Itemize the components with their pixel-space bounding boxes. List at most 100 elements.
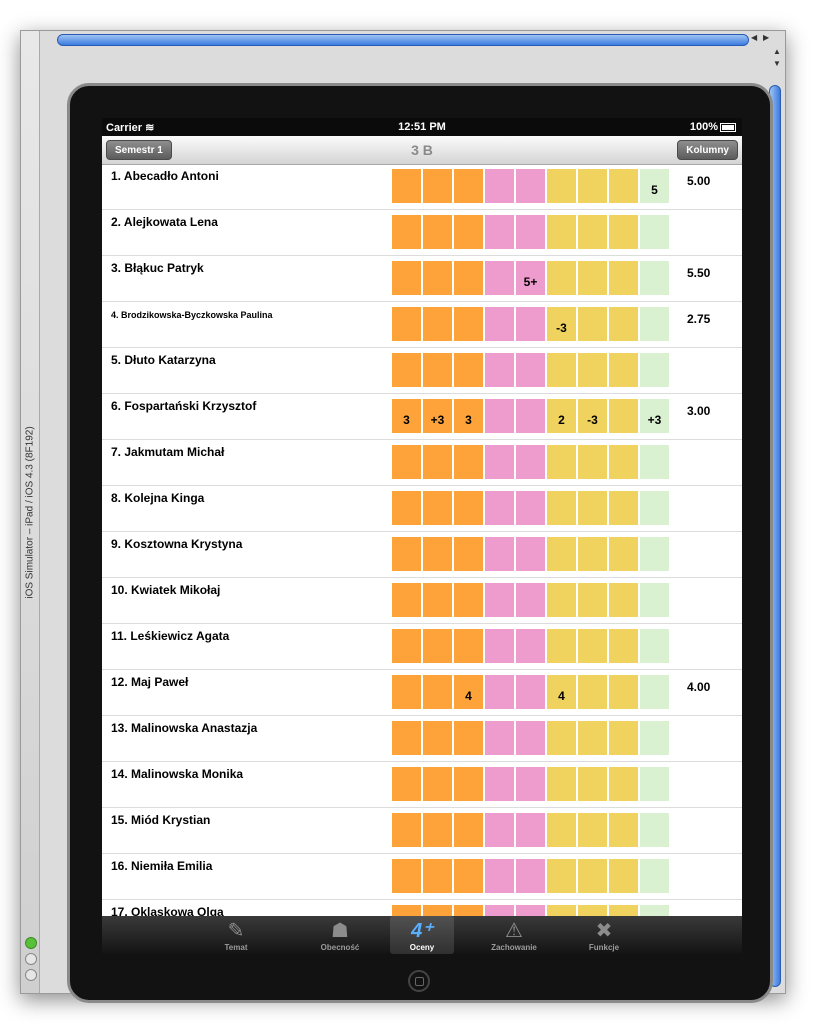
- grade-cell[interactable]: [485, 445, 514, 479]
- grade-cell[interactable]: [640, 859, 669, 893]
- grade-cell[interactable]: [578, 261, 607, 295]
- grade-cell[interactable]: [454, 307, 483, 341]
- grade-cell[interactable]: [640, 583, 669, 617]
- grade-cell[interactable]: [578, 353, 607, 387]
- grade-cell[interactable]: [609, 675, 638, 709]
- grade-cell[interactable]: [516, 721, 545, 755]
- grade-cell[interactable]: [516, 629, 545, 663]
- grade-cell[interactable]: [516, 859, 545, 893]
- grade-cell[interactable]: [392, 859, 421, 893]
- grade-cell[interactable]: [454, 767, 483, 801]
- student-row[interactable]: 5. Dłuto Katarzyna: [102, 348, 742, 394]
- scroll-up-arrow-icon[interactable]: ▲: [773, 47, 781, 56]
- grade-cell[interactable]: [578, 537, 607, 571]
- grade-cell[interactable]: [609, 169, 638, 203]
- grade-cell[interactable]: +3: [423, 399, 452, 433]
- grade-cell[interactable]: [640, 629, 669, 663]
- grade-cell[interactable]: [609, 767, 638, 801]
- grade-cell[interactable]: [516, 445, 545, 479]
- student-row[interactable]: 2. Alejkowata Lena: [102, 210, 742, 256]
- grade-cell[interactable]: [485, 307, 514, 341]
- grade-cell[interactable]: [609, 721, 638, 755]
- grade-cell[interactable]: [454, 491, 483, 525]
- grade-cell[interactable]: [578, 767, 607, 801]
- grade-cell[interactable]: [640, 491, 669, 525]
- grade-cell[interactable]: [516, 675, 545, 709]
- grade-cell[interactable]: [609, 261, 638, 295]
- grade-cell[interactable]: [640, 675, 669, 709]
- grade-cell[interactable]: [423, 629, 452, 663]
- grade-cell[interactable]: [640, 353, 669, 387]
- grade-cell[interactable]: [516, 905, 545, 916]
- grade-cell[interactable]: [423, 215, 452, 249]
- grade-cell[interactable]: [454, 905, 483, 916]
- grade-cell[interactable]: [578, 675, 607, 709]
- grade-cell[interactable]: [547, 491, 576, 525]
- grade-cell[interactable]: [609, 859, 638, 893]
- grade-cell[interactable]: [485, 399, 514, 433]
- grade-cell[interactable]: [516, 583, 545, 617]
- grade-cell[interactable]: [392, 721, 421, 755]
- grade-cell[interactable]: [454, 629, 483, 663]
- home-button[interactable]: [408, 970, 430, 992]
- student-row[interactable]: 14. Malinowska Monika: [102, 762, 742, 808]
- grade-cell[interactable]: [485, 905, 514, 916]
- grade-cell[interactable]: [547, 583, 576, 617]
- grade-cell[interactable]: [609, 905, 638, 916]
- student-row[interactable]: 4. Brodzikowska-Byczkowska Paulina -3 2.75: [102, 302, 742, 348]
- grade-cell[interactable]: [547, 859, 576, 893]
- grade-cell[interactable]: [392, 767, 421, 801]
- scroll-down-arrow-icon[interactable]: ▼: [773, 59, 781, 68]
- student-row[interactable]: 16. Niemiła Emilia: [102, 854, 742, 900]
- grade-cell[interactable]: [454, 537, 483, 571]
- grade-cell[interactable]: [609, 353, 638, 387]
- grade-cell[interactable]: [392, 169, 421, 203]
- grade-cell[interactable]: [547, 215, 576, 249]
- grade-cell[interactable]: [392, 537, 421, 571]
- grade-cell[interactable]: 4: [454, 675, 483, 709]
- grade-cell[interactable]: [640, 813, 669, 847]
- grade-cell[interactable]: [609, 537, 638, 571]
- grade-cell[interactable]: [547, 767, 576, 801]
- grade-cell[interactable]: [423, 537, 452, 571]
- grade-cell[interactable]: [485, 491, 514, 525]
- student-row[interactable]: 17. Oklaskowa Olga: [102, 900, 742, 916]
- window-button-2[interactable]: [25, 953, 37, 965]
- tab-zachowanie[interactable]: ⚠ Zachowanie: [482, 916, 546, 954]
- grade-cell[interactable]: [485, 261, 514, 295]
- grade-cell[interactable]: [609, 445, 638, 479]
- grade-cell[interactable]: [392, 813, 421, 847]
- grade-cell[interactable]: [454, 721, 483, 755]
- grade-cell[interactable]: [454, 445, 483, 479]
- grade-cell[interactable]: [609, 491, 638, 525]
- student-grade-list[interactable]: 1. Abecadło Antoni 5 5.00 2. Alejkowata Len…: [102, 164, 742, 916]
- grade-cell[interactable]: [392, 583, 421, 617]
- grade-cell[interactable]: 3: [454, 399, 483, 433]
- student-row[interactable]: 9. Kosztowna Krystyna: [102, 532, 742, 578]
- grade-cell[interactable]: [392, 353, 421, 387]
- student-row[interactable]: 8. Kolejna Kinga: [102, 486, 742, 532]
- grade-cell[interactable]: [640, 905, 669, 916]
- grade-cell[interactable]: [609, 629, 638, 663]
- grade-cell[interactable]: [640, 445, 669, 479]
- scroll-right-arrow-icon[interactable]: ▶: [763, 33, 769, 42]
- grade-cell[interactable]: [423, 261, 452, 295]
- student-row[interactable]: 10. Kwiatek Mikołaj: [102, 578, 742, 624]
- scroll-left-arrow-icon[interactable]: ◀: [751, 33, 757, 42]
- grade-cell[interactable]: -3: [547, 307, 576, 341]
- grade-cell[interactable]: [578, 169, 607, 203]
- grade-cell[interactable]: [423, 813, 452, 847]
- grade-cell[interactable]: 2: [547, 399, 576, 433]
- grade-cell[interactable]: [485, 767, 514, 801]
- grade-cell[interactable]: [423, 721, 452, 755]
- student-row[interactable]: 15. Miód Krystian: [102, 808, 742, 854]
- grade-cell[interactable]: +3: [640, 399, 669, 433]
- grade-cell[interactable]: [578, 905, 607, 916]
- grade-cell[interactable]: [516, 399, 545, 433]
- grade-cell[interactable]: [578, 721, 607, 755]
- grade-cell[interactable]: [547, 721, 576, 755]
- grade-cell[interactable]: [423, 307, 452, 341]
- window-button-3[interactable]: [25, 969, 37, 981]
- grade-cell[interactable]: [578, 583, 607, 617]
- grade-cell[interactable]: [485, 583, 514, 617]
